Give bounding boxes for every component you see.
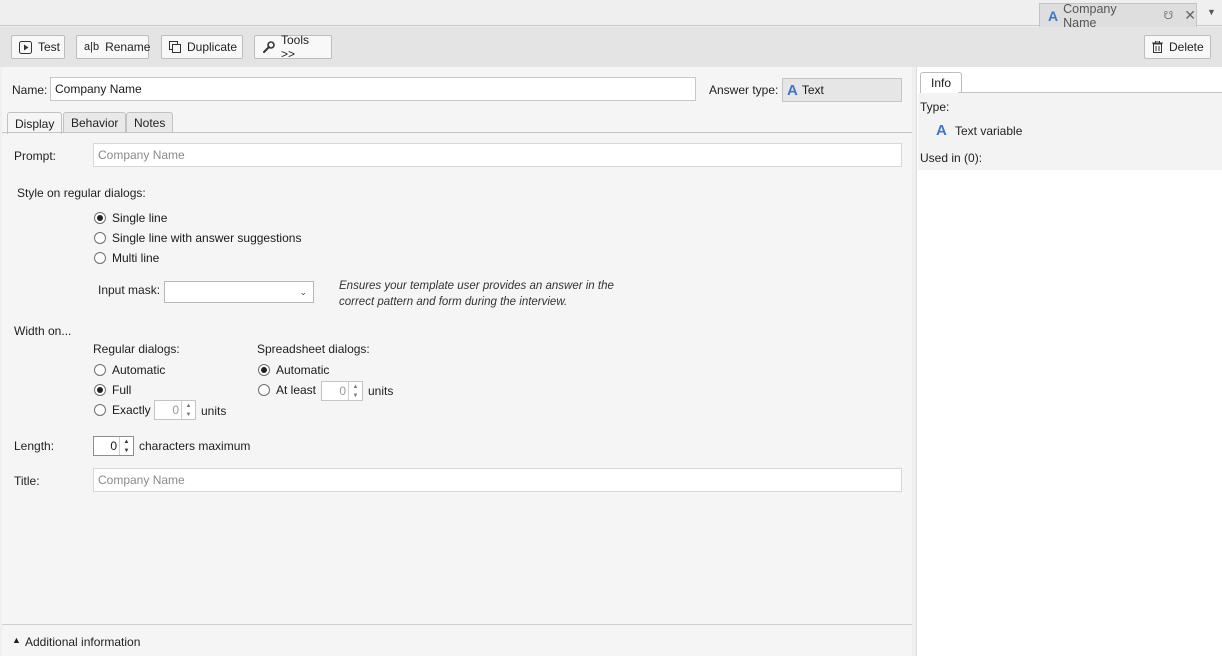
rename-icon: a|b bbox=[84, 41, 100, 53]
play-icon bbox=[19, 40, 32, 54]
delete-button[interactable]: Delete bbox=[1144, 35, 1211, 59]
stepper-up-icon[interactable]: ▲ bbox=[182, 401, 195, 410]
radio-checked-icon bbox=[94, 384, 106, 396]
prompt-input[interactable]: Company Name bbox=[93, 143, 902, 167]
title-input[interactable]: Company Name bbox=[93, 468, 902, 492]
spreadsheet-atleast-radio[interactable]: At least bbox=[258, 383, 316, 397]
tools-button-label: Tools >> bbox=[281, 33, 310, 61]
regular-full-radio[interactable]: Full bbox=[94, 383, 131, 397]
style-single-line-radio[interactable]: Single line bbox=[94, 211, 167, 225]
input-mask-label: Input mask: bbox=[98, 283, 161, 297]
tab-list-dropdown-icon[interactable]: ▼ bbox=[1207, 7, 1216, 17]
rename-button-label: Rename bbox=[105, 40, 151, 54]
prompt-label: Prompt: bbox=[14, 149, 57, 163]
name-label: Name: bbox=[12, 83, 48, 97]
stepper-up-icon[interactable]: ▲ bbox=[349, 382, 362, 391]
tab-behavior-label: Behavior bbox=[71, 116, 119, 130]
document-tab-title: Company Name bbox=[1063, 1, 1117, 30]
radio-checked-icon bbox=[94, 212, 106, 224]
answer-type-label: Answer type: bbox=[709, 83, 779, 97]
expand-triangle-icon[interactable]: ▲ bbox=[12, 635, 21, 645]
delete-button-label: Delete bbox=[1169, 40, 1204, 54]
answer-type-field: A Text bbox=[782, 78, 902, 102]
rename-button[interactable]: a|b Rename bbox=[76, 35, 151, 59]
spreadsheet-dialogs-label: Spreadsheet dialogs: bbox=[257, 342, 370, 356]
style-single-line-label: Single line bbox=[112, 211, 168, 225]
spreadsheet-atleast-value: 0 bbox=[339, 384, 346, 398]
additional-information-label: Additional information bbox=[25, 635, 141, 649]
trash-icon bbox=[1152, 41, 1163, 53]
additional-information-bar[interactable]: ▲ Additional information bbox=[2, 624, 912, 656]
wrench-icon bbox=[262, 40, 275, 54]
spreadsheet-atleast-stepper[interactable]: 0 ▲ ▼ bbox=[321, 381, 363, 401]
regular-automatic-label: Automatic bbox=[112, 363, 166, 377]
radio-unchecked-icon bbox=[94, 404, 106, 416]
radio-unchecked-icon bbox=[94, 252, 106, 264]
tools-button[interactable]: Tools >> bbox=[254, 33, 332, 61]
input-mask-hint: Ensures your template user provides an a… bbox=[339, 280, 614, 308]
style-multi-line-radio[interactable]: Multi line bbox=[94, 251, 159, 265]
stepper-up-icon[interactable]: ▲ bbox=[120, 437, 133, 446]
style-section-label: Style on regular dialogs: bbox=[17, 186, 146, 200]
name-input[interactable]: Company Name bbox=[50, 77, 696, 101]
radio-checked-icon bbox=[258, 364, 270, 376]
document-tab-strip: A Company Name ☋ ✕ ▼ bbox=[0, 0, 1222, 30]
regular-full-label: Full bbox=[112, 383, 132, 397]
tab-divider bbox=[2, 132, 912, 133]
style-suggestions-label: Single line with answer suggestions bbox=[112, 231, 302, 245]
text-variable-icon: A bbox=[787, 81, 798, 99]
tab-info-label: Info bbox=[930, 76, 951, 90]
spreadsheet-automatic-radio[interactable]: Automatic bbox=[258, 363, 329, 377]
regular-dialogs-label: Regular dialogs: bbox=[93, 342, 180, 356]
tab-display-label: Display bbox=[15, 116, 55, 131]
stepper-down-icon[interactable]: ▼ bbox=[349, 391, 362, 400]
width-section-label: Width on... bbox=[14, 324, 72, 338]
stepper-down-icon[interactable]: ▼ bbox=[120, 446, 133, 455]
length-stepper[interactable]: 0 ▲ ▼ bbox=[93, 436, 134, 456]
regular-exactly-radio[interactable]: Exactly bbox=[94, 403, 151, 417]
radio-unchecked-icon bbox=[258, 384, 270, 396]
regular-exactly-value: 0 bbox=[172, 403, 179, 417]
spreadsheet-atleast-label: At least bbox=[276, 383, 317, 397]
tab-notes-label: Notes bbox=[134, 116, 166, 130]
title-label: Title: bbox=[14, 474, 40, 488]
length-value: 0 bbox=[110, 439, 117, 453]
style-multi-line-label: Multi line bbox=[112, 251, 160, 265]
spreadsheet-automatic-label: Automatic bbox=[276, 363, 330, 377]
tab-display[interactable]: Display bbox=[7, 112, 63, 134]
style-suggestions-radio[interactable]: Single line with answer suggestions bbox=[94, 231, 301, 245]
regular-exactly-label: Exactly bbox=[112, 403, 151, 417]
duplicate-button[interactable]: Duplicate bbox=[161, 35, 243, 59]
info-type-value: Text variable bbox=[955, 124, 1023, 138]
regular-automatic-radio[interactable]: Automatic bbox=[94, 363, 165, 377]
tab-notes[interactable]: Notes bbox=[126, 112, 174, 133]
length-suffix-label: characters maximum bbox=[139, 439, 251, 453]
copy-icon bbox=[169, 41, 181, 53]
regular-units-label: units bbox=[201, 404, 227, 418]
toolbar: Test a|b Rename Duplicate Tools >> Delet… bbox=[0, 27, 1222, 67]
answer-type-value: Text bbox=[801, 83, 824, 97]
length-label: Length: bbox=[14, 439, 55, 453]
test-button[interactable]: Test bbox=[11, 35, 65, 59]
test-button-label: Test bbox=[38, 40, 61, 54]
spreadsheet-units-label: units bbox=[368, 384, 394, 398]
chevron-down-icon: ⌄ bbox=[299, 286, 307, 297]
info-type-label: Type: bbox=[920, 100, 950, 114]
document-tab-company-name[interactable]: A Company Name ☋ ✕ bbox=[1039, 1, 1197, 30]
info-used-in-label: Used in (0): bbox=[920, 151, 983, 165]
pin-icon[interactable]: ☋ bbox=[1163, 9, 1173, 22]
text-variable-icon: A bbox=[936, 122, 947, 139]
text-variable-icon: A bbox=[1048, 7, 1059, 24]
regular-exactly-stepper[interactable]: 0 ▲ ▼ bbox=[154, 400, 196, 420]
tab-behavior[interactable]: Behavior bbox=[63, 112, 127, 133]
radio-unchecked-icon bbox=[94, 364, 106, 376]
close-icon[interactable]: ✕ bbox=[1184, 7, 1196, 24]
duplicate-button-label: Duplicate bbox=[187, 40, 238, 54]
radio-unchecked-icon bbox=[94, 232, 106, 244]
stepper-down-icon[interactable]: ▼ bbox=[182, 410, 195, 419]
input-mask-select[interactable]: ⌄ bbox=[164, 281, 314, 303]
tab-info[interactable]: Info bbox=[920, 72, 962, 93]
